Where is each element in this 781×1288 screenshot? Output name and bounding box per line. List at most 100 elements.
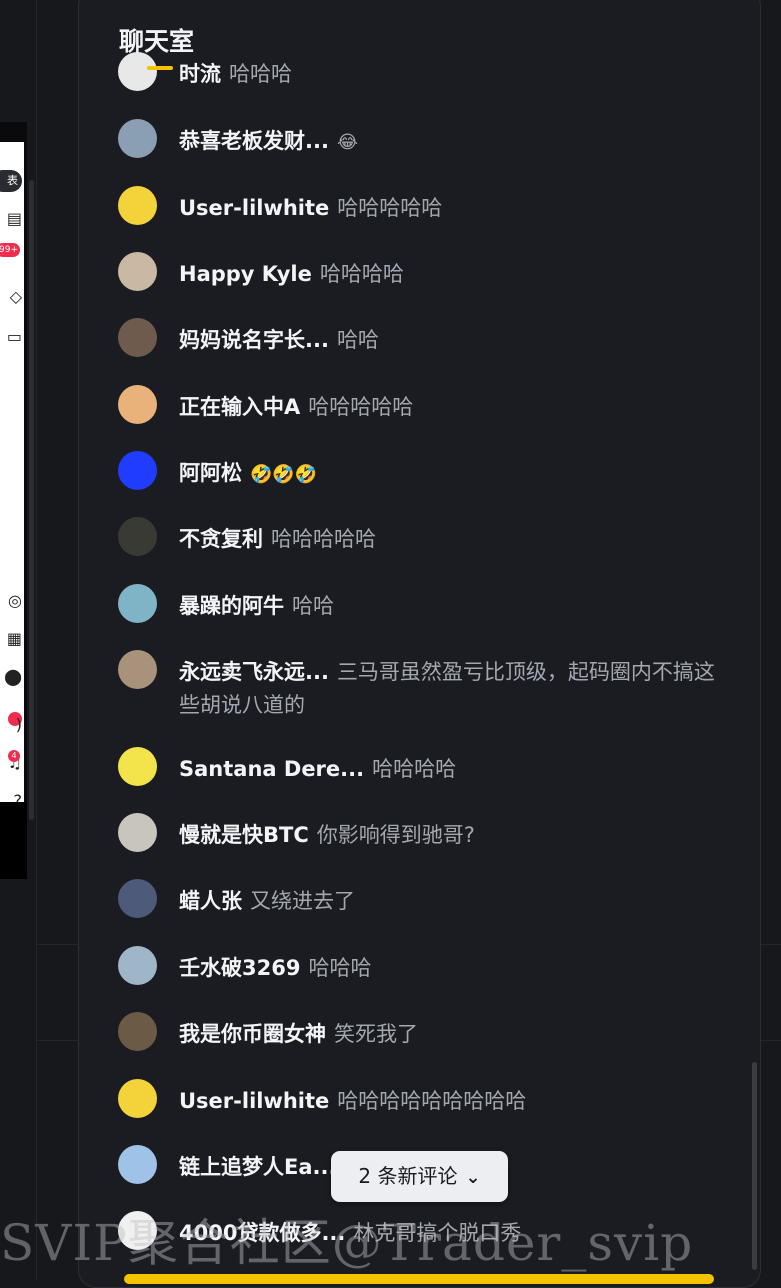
message-body: User-lilwhite 哈哈哈哈哈哈哈哈哈: [179, 1085, 719, 1118]
message-text: 🤣🤣🤣: [250, 464, 318, 485]
message-username[interactable]: 链上追梦人Ea...: [179, 1155, 336, 1179]
message-text: 哈哈哈哈哈: [337, 196, 443, 220]
watermark: SVIP聚合社区@Trader_svip: [0, 1214, 694, 1272]
avatar[interactable]: [118, 1079, 157, 1118]
left-app-tab-pill[interactable]: 表: [0, 170, 22, 192]
message-body: 蜡人张 又绕进去了: [179, 885, 719, 918]
message-text: 哈哈: [336, 328, 379, 352]
chat-message[interactable]: 不贪复利 哈哈哈哈哈: [118, 517, 748, 556]
message-username[interactable]: 我是你币圈女神: [179, 1022, 326, 1046]
chevron-down-icon: ⌄: [465, 1167, 481, 1188]
avatar[interactable]: [118, 119, 157, 158]
chat-message[interactable]: Santana Dere... 哈哈哈哈: [118, 747, 748, 786]
message-text: 哈哈哈: [229, 62, 292, 86]
avatar[interactable]: [118, 650, 157, 689]
chat-message[interactable]: Happy Kyle 哈哈哈哈: [118, 252, 748, 291]
message-username[interactable]: Happy Kyle: [179, 262, 312, 286]
message-body: 正在输入中A 哈哈哈哈哈: [179, 391, 719, 424]
message-username[interactable]: 妈妈说名字长...: [179, 328, 329, 352]
avatar[interactable]: [118, 946, 157, 985]
message-text: 笑死我了: [334, 1022, 418, 1046]
message-username[interactable]: 慢就是快BTC: [179, 823, 309, 847]
message-username[interactable]: 时流: [179, 62, 221, 86]
calendar-icon[interactable]: ▦: [0, 628, 22, 650]
message-text: 你影响得到驰哥?: [316, 823, 475, 847]
message-username[interactable]: 不贪复利: [179, 527, 263, 551]
message-body: 恭喜老板发财... 😂: [179, 125, 719, 159]
message-text: 哈哈哈哈哈: [271, 527, 376, 551]
chat-message[interactable]: 暴躁的阿牛 哈哈: [118, 584, 748, 623]
message-text: 哈哈哈: [308, 956, 372, 980]
avatar[interactable]: [118, 584, 157, 623]
chat-message[interactable]: 正在输入中A 哈哈哈哈哈: [118, 385, 748, 424]
message-username[interactable]: 壬水破3269: [179, 956, 300, 980]
chat-message[interactable]: 恭喜老板发财... 😂: [118, 119, 748, 159]
message-text: 又绕进去了: [250, 889, 355, 913]
chat-bubble-icon[interactable]: ▭: [0, 326, 22, 348]
message-username[interactable]: User-lilwhite: [179, 1089, 329, 1113]
message-text: 哈哈哈哈哈哈哈哈哈: [337, 1089, 527, 1113]
message-body: 暴躁的阿牛 哈哈: [179, 590, 719, 623]
left-scrollbar[interactable]: [29, 180, 34, 820]
avatar[interactable]: [118, 385, 157, 424]
message-username[interactable]: User-lilwhite: [179, 196, 329, 220]
message-text: 哈哈哈哈: [372, 757, 457, 781]
message-username[interactable]: 正在输入中A: [179, 395, 300, 419]
message-body: 阿阿松 🤣🤣🤣: [179, 457, 719, 491]
message-username[interactable]: 阿阿松: [179, 461, 242, 485]
avatar[interactable]: [118, 879, 157, 918]
chat-message[interactable]: User-lilwhite 哈哈哈哈哈: [118, 186, 748, 225]
chat-message[interactable]: 妈妈说名字长... 哈哈: [118, 318, 748, 357]
avatar[interactable]: [118, 318, 157, 357]
message-body: Happy Kyle 哈哈哈哈: [179, 258, 719, 291]
avatar[interactable]: [118, 1145, 157, 1184]
left-app-window: 表 ▤ 99+ ◇ ▭ ◎ ▦ ⬤ ) ♫ 4 ?: [0, 122, 27, 879]
avatar[interactable]: [118, 186, 157, 225]
message-username[interactable]: 暴躁的阿牛: [179, 594, 284, 618]
message-username[interactable]: 恭喜老板发财...: [179, 129, 329, 153]
message-text: 哈哈: [292, 594, 334, 618]
avatar[interactable]: [118, 517, 157, 556]
chat-input-bar[interactable]: [124, 1274, 714, 1284]
document-icon[interactable]: ▤: [0, 208, 22, 230]
grid-menu-icon[interactable]: ⬤: [0, 666, 22, 688]
avatar[interactable]: [118, 252, 157, 291]
chat-message-list[interactable]: 时流 哈哈哈 恭喜老板发财... 😂 User-lilwhite 哈哈哈哈哈 Happy K…: [118, 0, 758, 1280]
avatar[interactable]: [118, 813, 157, 852]
message-body: 永远卖飞永远... 三马哥虽然盈亏比顶级，起码圈内不搞这些胡说八道的: [179, 656, 719, 722]
chat-title: 聊天室: [119, 27, 195, 56]
broadcast-icon[interactable]: ): [0, 714, 22, 736]
message-body: 壬水破3269 哈哈哈: [179, 952, 719, 985]
chat-message[interactable]: 我是你币圈女神 笑死我了: [118, 1012, 748, 1051]
avatar[interactable]: [118, 451, 157, 490]
chat-message[interactable]: 蜡人张 又绕进去了: [118, 879, 748, 918]
chat-message[interactable]: 时流 哈哈哈: [118, 52, 748, 91]
message-username[interactable]: Santana Dere...: [179, 757, 364, 781]
message-body: Santana Dere... 哈哈哈哈: [179, 753, 719, 786]
message-body: 慢就是快BTC 你影响得到驰哥?: [179, 819, 719, 852]
layers-icon[interactable]: ◇: [0, 286, 22, 308]
message-text: 哈哈哈哈: [319, 262, 404, 286]
new-comments-button[interactable]: 2 条新评论 ⌄: [331, 1151, 508, 1202]
chat-message[interactable]: User-lilwhite 哈哈哈哈哈哈哈哈哈: [118, 1079, 748, 1118]
chat-message[interactable]: 壬水破3269 哈哈哈: [118, 946, 748, 985]
message-body: 妈妈说名字长... 哈哈: [179, 324, 719, 357]
chat-message[interactable]: 阿阿松 🤣🤣🤣: [118, 451, 748, 491]
message-body: 时流 哈哈哈: [179, 58, 719, 91]
avatar[interactable]: [118, 1012, 157, 1051]
bell-count-badge: 4: [8, 750, 20, 762]
message-body: 我是你币圈女神 笑死我了: [179, 1018, 719, 1051]
chat-message[interactable]: 永远卖飞永远... 三马哥虽然盈亏比顶级，起码圈内不搞这些胡说八道的: [118, 650, 748, 722]
left-app-footer: [0, 802, 27, 879]
chat-message[interactable]: 慢就是快BTC 你影响得到驰哥?: [118, 813, 748, 852]
message-body: User-lilwhite 哈哈哈哈哈: [179, 192, 719, 225]
notification-badge: 99+: [0, 243, 20, 257]
message-username[interactable]: 蜡人张: [179, 889, 242, 913]
message-username[interactable]: 永远卖飞永远...: [179, 660, 329, 684]
message-text: 😂: [336, 132, 358, 153]
avatar[interactable]: [118, 747, 157, 786]
message-text: 哈哈哈哈哈: [308, 395, 414, 419]
message-body: 不贪复利 哈哈哈哈哈: [179, 523, 719, 556]
target-icon[interactable]: ◎: [0, 590, 22, 612]
highlight-marker: [147, 66, 173, 70]
